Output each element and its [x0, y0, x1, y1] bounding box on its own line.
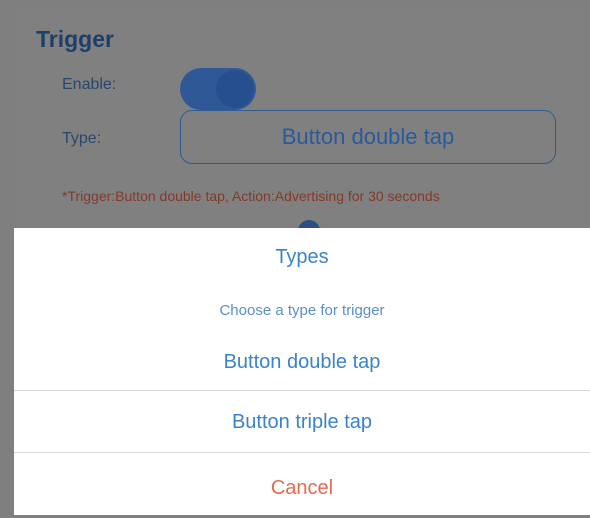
enable-toggle[interactable] [180, 68, 256, 110]
toggle-knob [216, 70, 254, 108]
option-button-triple-tap[interactable]: Button triple tap [14, 392, 590, 452]
trigger-note: *Trigger:Button double tap, Action:Adver… [62, 188, 440, 204]
action-sheet-subtitle: Choose a type for trigger [219, 302, 385, 319]
type-select-button[interactable]: Button double tap [180, 110, 556, 164]
enable-label: Enable: [62, 76, 117, 93]
option-button-double-tap[interactable]: Button double tap [14, 332, 590, 392]
divider [14, 390, 590, 391]
type-label: Type: [62, 130, 102, 147]
trigger-title: Trigger [36, 26, 114, 52]
divider [14, 452, 590, 453]
trigger-card: Trigger Enable: Type: Button double tap … [16, 8, 586, 248]
action-sheet: Types Choose a type for trigger Button d… [14, 228, 590, 515]
cancel-button[interactable]: Cancel [14, 458, 590, 518]
action-sheet-title: Types [275, 246, 329, 268]
